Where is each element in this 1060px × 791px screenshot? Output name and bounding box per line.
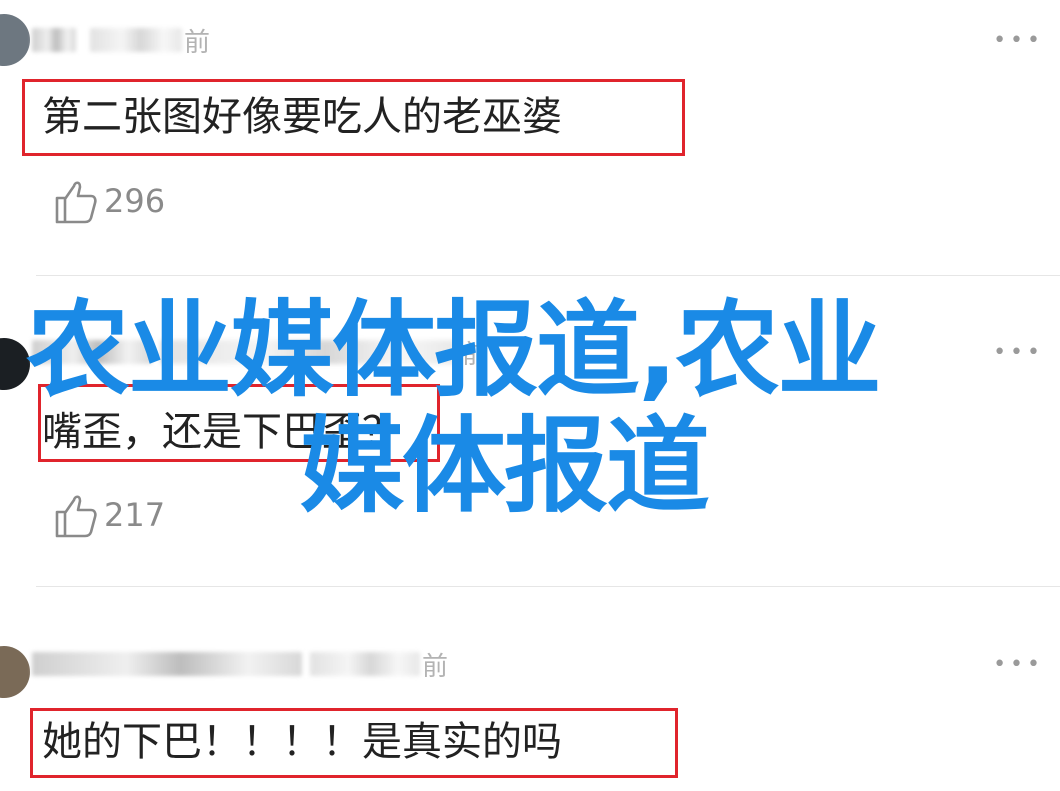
blurred-timestamp [90,28,182,52]
divider [36,586,1060,587]
blurred-timestamp [310,652,420,676]
like-button[interactable]: 296 [54,178,165,224]
like-count: 296 [104,182,166,220]
like-button[interactable]: 217 [54,492,165,538]
comment-meta: 前 [32,646,448,682]
thumbs-up-icon [55,495,97,538]
comment-item: 前 ••• 她的下巴！！！！是真实的吗 [0,596,1060,791]
blurred-username [32,28,76,52]
comment-meta: 前 [32,22,210,58]
blurred-username [32,652,302,676]
watermark-line-2: 媒体报道 [300,405,710,527]
comment-text: 第二张图好像要吃人的老巫婆 [42,94,562,140]
avatar[interactable] [0,14,30,66]
time-suffix: 前 [422,651,449,682]
time-suffix: 前 [184,27,211,58]
more-options-icon[interactable]: ••• [993,342,1044,364]
more-options-icon[interactable]: ••• [993,654,1044,676]
watermark-line-1: 农业媒体报道,农业 [26,289,882,411]
avatar[interactable] [0,646,30,698]
more-options-icon[interactable]: ••• [993,30,1044,52]
comment-text: 她的下巴！！！！是真实的吗 [42,719,562,765]
comment-item: 前 ••• 第二张图好像要吃人的老巫婆 296 [0,0,1060,276]
thumbs-up-icon [55,181,97,224]
like-count: 217 [104,496,166,534]
